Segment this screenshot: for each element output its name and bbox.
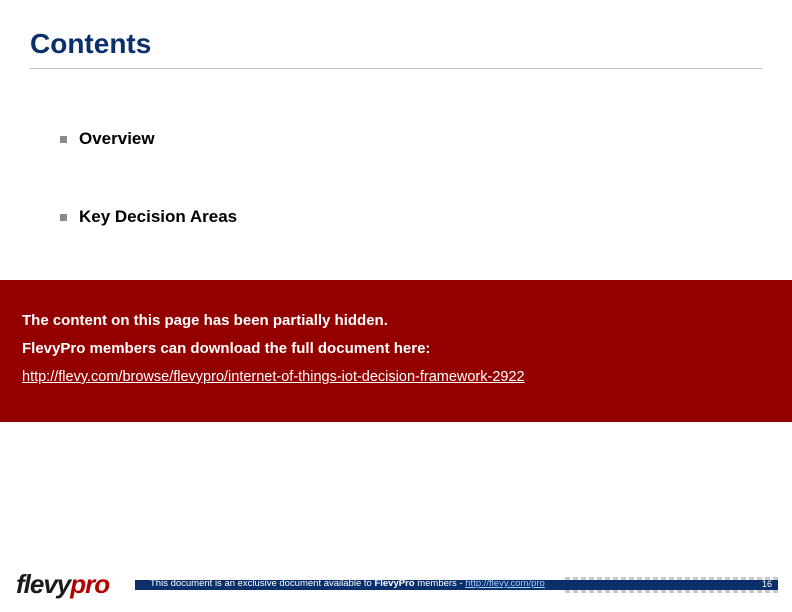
flevypro-logo: flevypro xyxy=(16,569,109,600)
footer: flevypro This document is an exclusive d… xyxy=(0,570,792,602)
bullet-label: Overview xyxy=(79,129,155,149)
slide: Contents Overview Key Decision Areas The… xyxy=(0,0,792,612)
header: Contents xyxy=(0,0,792,69)
footer-text-brand: FlevyPro xyxy=(374,578,414,589)
document-link[interactable]: http://flevy.com/browse/flevypro/interne… xyxy=(22,365,525,390)
footer-text-suffix: members - xyxy=(415,578,466,589)
bullet-icon xyxy=(60,214,67,221)
footer-link[interactable]: http://flevy.com/pro xyxy=(465,578,545,589)
banner-line2: FlevyPro members can download the full d… xyxy=(22,336,770,362)
page-number: 16 xyxy=(762,579,772,589)
page-title: Contents xyxy=(30,28,762,60)
logo-part-pro: pro xyxy=(70,569,109,600)
hidden-content-banner: The content on this page has been partia… xyxy=(0,280,792,422)
bullet-icon xyxy=(60,136,67,143)
banner-line1: The content on this page has been partia… xyxy=(22,308,770,334)
list-item: Key Decision Areas xyxy=(60,207,732,227)
footer-text: This document is an exclusive document a… xyxy=(150,578,545,589)
footer-text-prefix: This document is an exclusive document a… xyxy=(150,578,374,589)
list-item: Overview xyxy=(60,129,732,149)
bullet-label: Key Decision Areas xyxy=(79,207,237,227)
logo-part-flevy: flevy xyxy=(16,569,70,600)
content: Overview Key Decision Areas xyxy=(0,69,792,227)
